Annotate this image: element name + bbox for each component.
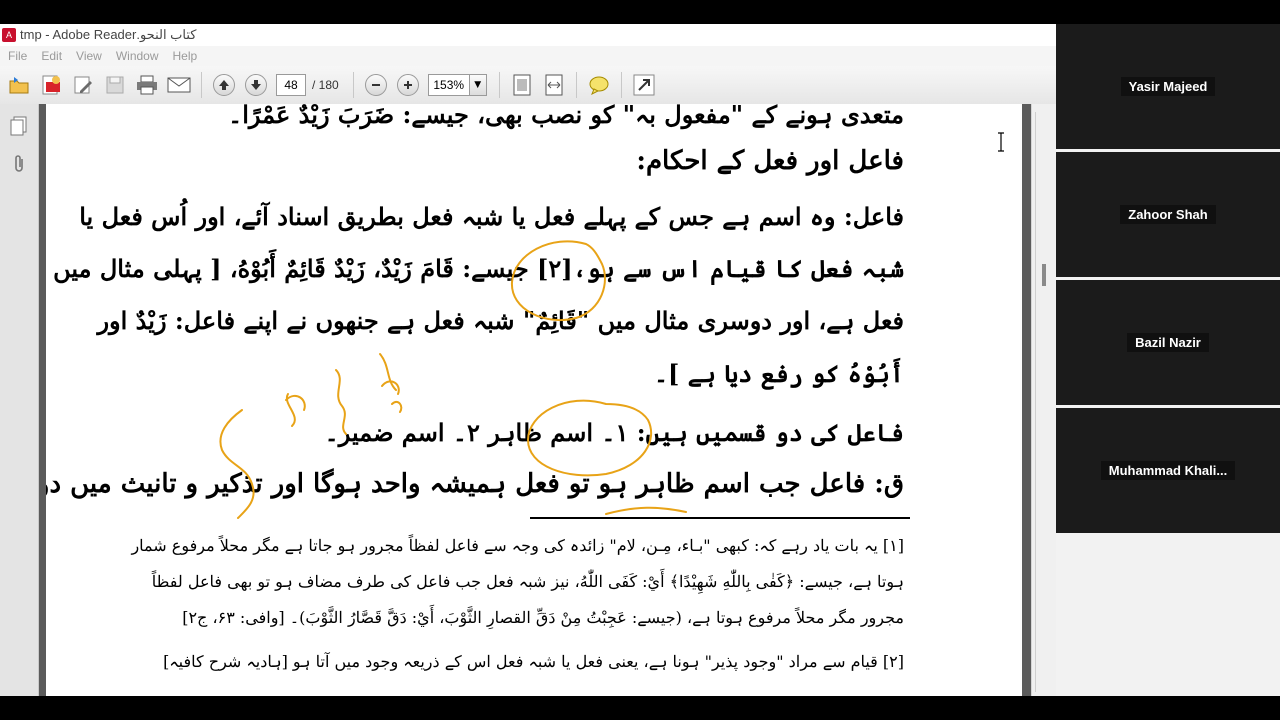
menu-file[interactable]: File [8, 49, 27, 63]
ink-scribble-3 [285, 393, 306, 427]
participant-tile[interactable]: Bazil Nazir [1056, 280, 1280, 405]
expand-button[interactable] [631, 72, 657, 98]
edit-button[interactable] [70, 72, 96, 98]
pages-icon [10, 116, 27, 136]
chevron-down-icon[interactable]: ▼ [468, 75, 486, 95]
footnote-line: ہوتا ہے، جیسے: ﴿كَفٰى بِاللّٰهِ شَهِيْدً… [151, 572, 904, 591]
speech-bubble-icon [589, 76, 609, 95]
participant-tile[interactable]: Zahoor Shah [1056, 152, 1280, 277]
document-line: فاعل: وہ اسم ہے جس کے پہلے فعل یا شبہ فع… [79, 202, 904, 231]
fit-page-icon [513, 74, 531, 96]
ink-scribble-5 [381, 380, 400, 395]
document-line: شبہ فعل کا قیام اس سے ہو،[۲] جیسے: قَامَ… [46, 254, 904, 283]
plus-icon [403, 81, 412, 89]
footnote-line: [۲] قیام سے مراد "وجود پذیر" ہونا ہے، یع… [163, 652, 904, 671]
page-number-input[interactable] [276, 74, 306, 96]
fit-width-icon [545, 74, 563, 96]
open-folder-icon [9, 77, 29, 94]
toolbar-separator [201, 72, 202, 98]
email-button[interactable] [166, 72, 192, 98]
toolbar-separator [498, 72, 500, 98]
save-button[interactable] [102, 72, 128, 98]
expand-arrow-icon [633, 74, 655, 96]
menu-help[interactable]: Help [173, 49, 198, 63]
open-button[interactable] [6, 72, 32, 98]
menu-view[interactable]: View [76, 49, 102, 63]
create-pdf-icon [42, 75, 60, 95]
document-line: فعل ہے، اور دوسری مثال میں "قَائِمٌ" شبہ… [97, 306, 904, 335]
menu-bar: File Edit View Window Help [0, 46, 1056, 66]
title-bar: A كتاب النحو.tmp - Adobe Reader [0, 24, 1056, 46]
participant-name: Yasir Majeed [1120, 77, 1216, 96]
toolbar-separator [575, 72, 577, 98]
menu-edit[interactable]: Edit [41, 49, 62, 63]
toolbar-separator [352, 72, 354, 98]
document-line: أَبُوْهُ کو رفع دیا ہے ]۔ [653, 359, 904, 388]
scroll-track [1035, 112, 1036, 692]
arrow-down-icon [251, 80, 261, 90]
edit-pencil-icon [74, 76, 92, 94]
fit-page-button[interactable] [509, 72, 535, 98]
create-pdf-button[interactable] [38, 72, 64, 98]
print-button[interactable] [134, 72, 160, 98]
zoom-select[interactable]: ▼ [427, 74, 487, 96]
participant-name: Bazil Nazir [1127, 333, 1209, 352]
zoom-out-button[interactable] [364, 74, 387, 96]
participant-name: Zahoor Shah [1120, 205, 1216, 224]
adobe-reader-window: A كتاب النحو.tmp - Adobe Reader File Edi… [0, 24, 1056, 696]
footnote-divider [530, 517, 910, 519]
participant-tile[interactable]: Muhammad Khali... [1056, 408, 1280, 533]
printer-icon [137, 75, 157, 95]
previous-page-button[interactable] [213, 74, 235, 96]
save-disk-icon [106, 76, 124, 94]
document-line: فاعل کی دو قسمیں ہیں: ۱۔ اسم ظاہر ۲۔ اسم… [324, 418, 904, 447]
scroll-thumb[interactable] [1042, 264, 1046, 286]
arrow-up-icon [219, 80, 229, 90]
top-letterbox [0, 0, 1280, 24]
navigation-pane [0, 104, 39, 696]
next-page-button[interactable] [245, 74, 267, 96]
participant-tile[interactable]: Yasir Majeed [1056, 24, 1280, 149]
fit-width-button[interactable] [541, 72, 567, 98]
zoom-input[interactable] [428, 76, 469, 94]
document-line: ق: فاعل جب اسم ظاہر ہو تو فعل ہمیشہ واحد… [46, 469, 904, 499]
page-total: / 180 [312, 78, 339, 92]
text-cursor-icon [998, 132, 1004, 152]
document-area[interactable]: متعدی ہونے کے "مفعول بہ" کو نصب بھی، جیس… [39, 104, 1031, 696]
vertical-scrollbar[interactable] [1031, 104, 1056, 696]
minus-icon [371, 84, 380, 86]
participant-name: Muhammad Khali... [1100, 461, 1236, 480]
attachments-panel-button[interactable] [9, 154, 29, 174]
footnote-line: مجرور مگر محلاً مرفوع ہوتا ہے، (جیسے: عَ… [182, 608, 904, 627]
pages-panel-button[interactable] [9, 116, 29, 136]
ink-underline [605, 506, 687, 515]
pdf-page: متعدی ہونے کے "مفعول بہ" کو نصب بھی، جیس… [46, 104, 1022, 696]
toolbar: / 180 ▼ [0, 66, 1056, 105]
ink-scribble-2 [379, 353, 403, 413]
window-title: كتاب النحو.tmp - Adobe Reader [20, 27, 197, 42]
document-line: متعدی ہونے کے "مفعول بہ" کو نصب بھی، جیس… [228, 104, 904, 129]
paperclip-icon [15, 155, 23, 172]
footnote-line: [۱] یہ بات یاد رہے کہ: کبھی "بـاء، مِـن،… [131, 536, 904, 555]
bottom-letterbox [0, 696, 1280, 720]
envelope-icon [167, 77, 191, 93]
zoom-in-button[interactable] [396, 74, 419, 96]
pdf-app-icon: A [2, 28, 16, 42]
menu-window[interactable]: Window [116, 49, 159, 63]
section-heading: فاعل اور فعل کے احکام: [636, 146, 904, 176]
ink-scribble-4 [219, 409, 255, 519]
toolbar-separator [620, 72, 622, 98]
participants-panel: Yasir Majeed Zahoor Shah Bazil Nazir Muh… [1056, 24, 1280, 696]
comment-button[interactable] [586, 72, 612, 98]
